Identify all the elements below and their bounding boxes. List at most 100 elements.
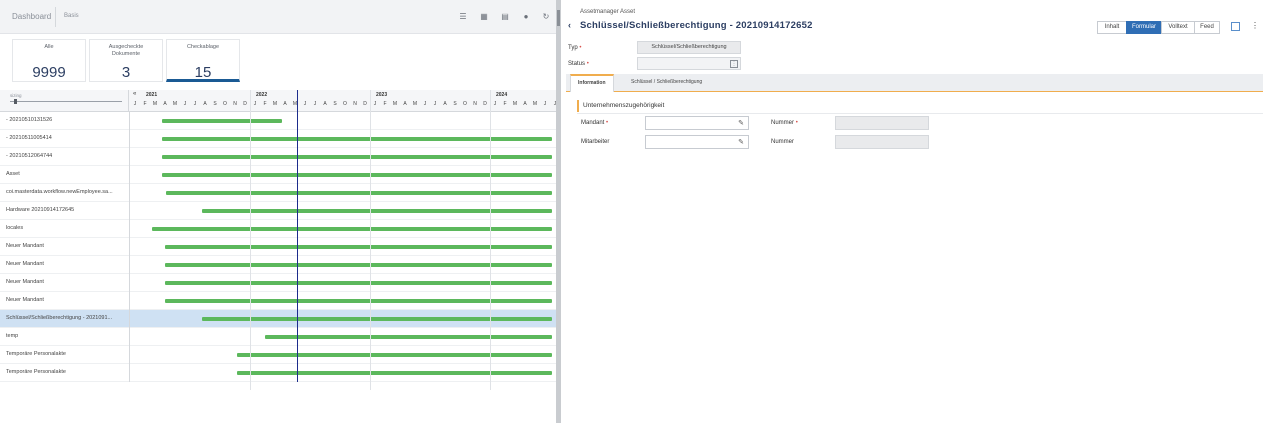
status-label: Status • (568, 61, 589, 67)
gantt-bar[interactable] (237, 371, 552, 375)
zoom-slider[interactable] (10, 101, 122, 102)
gantt-row[interactable]: Neuer Mandant (0, 238, 556, 256)
gantt-bar[interactable] (162, 119, 282, 123)
gantt-row[interactable]: - 20210512064744 (0, 148, 556, 166)
gantt-row-label: Schlüssel/Schließberechtigung - 2021091.… (6, 315, 113, 321)
breadcrumb-basis[interactable]: Basis (64, 13, 79, 19)
month-label: F (503, 101, 507, 107)
typ-field: Schlüssel/Schließberechtigung (637, 41, 741, 54)
view-feed-button[interactable]: Feed (1194, 21, 1220, 34)
gantt-row[interactable]: - 20210510131526 (0, 112, 556, 130)
edit-pencil-icon[interactable]: ✎ (738, 138, 744, 146)
tab-schluessel[interactable]: Schlüssel / Schließberechtigung (624, 74, 709, 92)
calendar-icon[interactable]: ▤ (500, 12, 510, 22)
status-field[interactable]: ⋮ (637, 57, 741, 70)
gantt-row-label: Temporäre Personalakte (6, 369, 66, 375)
view-formular-button[interactable]: Formular (1126, 21, 1162, 34)
gantt-bar[interactable] (237, 353, 552, 357)
zoom-slider-handle[interactable] (14, 99, 17, 104)
detail-title: Schlüssel/Schließberechtigung - 20210914… (580, 20, 813, 31)
view-inhalt-button[interactable]: Inhalt (1097, 21, 1127, 34)
gantt-bar[interactable] (162, 137, 552, 141)
gantt-row[interactable]: coi.masterdata.workflow.newEmployee.sa..… (0, 184, 556, 202)
gantt-bar[interactable] (202, 317, 552, 321)
month-label: F (143, 101, 147, 107)
gantt-bar[interactable] (152, 227, 552, 231)
gantt-bar[interactable] (162, 173, 552, 177)
grid-icon[interactable]: ▦ (479, 12, 489, 22)
gantt-row-label: Hardware 20210914172645 (6, 207, 75, 213)
row-divider (129, 184, 130, 202)
mitarbeiter-input[interactable]: ✎ (645, 135, 749, 149)
month-label: M (512, 101, 518, 107)
splitter-grip[interactable] (557, 10, 560, 26)
row-divider (129, 346, 130, 364)
month-label: D (363, 101, 367, 107)
gantt-row[interactable]: Schlüssel/Schließberechtigung - 2021091.… (0, 310, 556, 328)
row-divider (129, 166, 130, 184)
year-divider (250, 90, 251, 390)
gantt-bar[interactable] (165, 245, 552, 249)
gantt-row-label: Neuer Mandant (6, 261, 44, 267)
month-label: N (473, 101, 477, 107)
nummer-field-2 (835, 135, 929, 149)
nummer-label-required: Nummer • (771, 120, 798, 126)
gantt-bar[interactable] (165, 299, 552, 303)
edit-pencil-icon[interactable]: ✎ (738, 119, 744, 127)
row-divider (129, 364, 130, 382)
tile-alle[interactable]: Alle 9999 (12, 39, 86, 82)
tile-ausgecheckte-dokumente[interactable]: Ausgecheckte Dokumente 3 (89, 39, 163, 82)
nummer-label: Nummer (771, 139, 795, 145)
month-label: J (253, 101, 257, 107)
row-divider (129, 148, 130, 166)
user-icon[interactable]: ● (521, 12, 531, 22)
today-marker (297, 90, 298, 382)
month-label: M (392, 101, 398, 107)
gantt-bar[interactable] (202, 209, 552, 213)
zoom-label: sizing (10, 93, 22, 98)
row-divider (129, 274, 130, 292)
tile-label: Checkablage (186, 44, 220, 50)
panel-toggle-icon[interactable] (1231, 22, 1240, 31)
gantt-row-label: - 20210512064744 (6, 153, 53, 159)
view-volltext-button[interactable]: Volltext (1161, 21, 1195, 34)
gantt-row[interactable]: Asset (0, 166, 556, 184)
tile-checkablage[interactable]: Checkablage 15 (166, 39, 240, 82)
month-label: A (163, 101, 167, 107)
status-picker-icon[interactable]: ⋮ (730, 60, 738, 68)
month-label: M (412, 101, 418, 107)
year-divider (490, 90, 491, 390)
month-label: A (403, 101, 407, 107)
breadcrumb-dashboard[interactable]: Dashboard (12, 12, 51, 21)
gantt-row[interactable]: - 20210511005414 (0, 130, 556, 148)
month-label: F (383, 101, 387, 107)
gantt-bar[interactable] (165, 263, 552, 267)
previous-year-icon[interactable]: « (133, 91, 136, 97)
gantt-row[interactable]: temp (0, 328, 556, 346)
month-label: J (493, 101, 497, 107)
section-title: Unternehmenszugehörigkeit (577, 100, 664, 112)
gantt-row[interactable]: Temporäre Personalakte (0, 346, 556, 364)
list-icon[interactable]: ☰ (458, 12, 468, 22)
year-divider (370, 90, 371, 390)
gantt-row[interactable]: Neuer Mandant (0, 256, 556, 274)
gantt-bar[interactable] (165, 281, 552, 285)
gantt-row[interactable]: Hardware 20210914172645 (0, 202, 556, 220)
month-label: S (453, 101, 457, 107)
month-label: S (333, 101, 337, 107)
gantt-row[interactable]: Neuer Mandant (0, 292, 556, 310)
gantt-row-label: coi.masterdata.workflow.newEmployee.sa..… (6, 189, 113, 195)
gantt-row[interactable]: locales (0, 220, 556, 238)
gantt-bar[interactable] (265, 335, 552, 339)
gantt-bar[interactable] (166, 191, 552, 195)
gantt-bar[interactable] (162, 155, 552, 159)
tab-information[interactable]: Information (570, 74, 614, 92)
mandant-input[interactable]: ✎ (645, 116, 749, 130)
gantt-row[interactable]: Temporäre Personalakte (0, 364, 556, 382)
more-options-icon[interactable]: ⋮ (1251, 21, 1259, 30)
month-label: N (353, 101, 357, 107)
gantt-row-label: Neuer Mandant (6, 243, 44, 249)
refresh-icon[interactable]: ↻ (541, 12, 551, 22)
gantt-row[interactable]: Neuer Mandant (0, 274, 556, 292)
back-chevron-icon[interactable]: ‹ (568, 20, 571, 30)
